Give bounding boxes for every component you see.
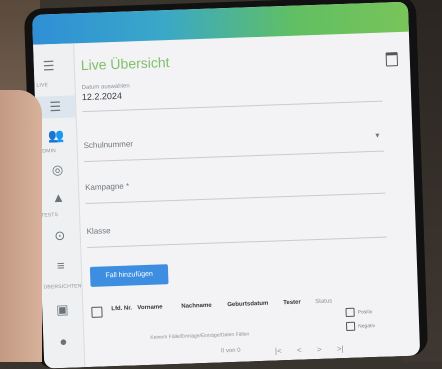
empty-table-message: Keine/n Fälle/Einträge/Einträge/Daten Fä… (150, 331, 250, 341)
schulnummer-select[interactable]: Schulnummer ▾ (83, 130, 385, 163)
column-header-tester[interactable]: Tester (283, 300, 301, 307)
check-circle-icon[interactable]: ⊙ (40, 227, 81, 244)
klasse-field[interactable]: Klasse (86, 216, 388, 249)
location-pin-icon[interactable]: ● (43, 333, 83, 349)
legend-negativ: Negativ (358, 323, 376, 330)
main-content: ☰ Live Übersicht Datum auswählen 12.2.20… (43, 32, 420, 367)
add-case-button[interactable]: Fall hinzufügen (89, 264, 169, 287)
column-header-nachname[interactable]: Nachname (181, 303, 212, 310)
column-header-vorname[interactable]: Vorname (137, 304, 162, 311)
cases-table: Lfd. Nr. Vorname Nachname Geburtsdatum T… (89, 283, 420, 364)
column-header-geburtsdatum[interactable]: Geburtsdatum (227, 301, 268, 308)
previous-page-icon[interactable]: < (297, 346, 302, 355)
first-page-icon[interactable]: |< (275, 346, 282, 355)
schulnummer-placeholder: Schulnummer (83, 139, 134, 151)
legend-positiv: Positiv (357, 309, 373, 316)
calendar-picker-icon[interactable] (385, 52, 399, 67)
klasse-placeholder: Klasse (86, 226, 111, 237)
hand-thumb (0, 90, 42, 362)
kampagne-placeholder: Kampagne * (84, 181, 130, 193)
next-page-icon[interactable]: > (317, 345, 322, 354)
chevron-down-icon: ▾ (375, 130, 380, 140)
column-header-status[interactable]: Status (315, 299, 332, 306)
last-page-icon[interactable]: >| (337, 344, 344, 353)
menu-icon[interactable]: ☰ (43, 58, 55, 74)
phone-frame: LIVE ☰ 👥 ADMIN ◎ ▲ TESTS ⊙ ≡ ÜBERSICHTEN… (23, 0, 429, 369)
sliders-icon[interactable]: ≡ (41, 257, 81, 273)
column-header-lfd-nr[interactable]: Lfd. Nr. (111, 305, 132, 312)
sidebar-section-live: LIVE (36, 82, 49, 89)
users-icon[interactable]: 👥 (36, 127, 77, 144)
select-all-checkbox[interactable] (91, 306, 103, 318)
graduation-cap-icon[interactable]: ▲ (38, 189, 78, 205)
globe-icon[interactable]: ◎ (37, 161, 78, 178)
calendar-icon[interactable]: ▣ (42, 301, 83, 318)
app-screen: LIVE ☰ 👥 ADMIN ◎ ▲ TESTS ⊙ ≡ ÜBERSICHTEN… (32, 1, 421, 369)
sidebar-section-overview: ÜBERSICHTEN (43, 283, 82, 291)
negativ-checkbox[interactable] (345, 321, 356, 332)
pagination-status: 0 von 0 (220, 347, 241, 355)
page-title: Live Übersicht (80, 54, 170, 74)
positiv-checkbox[interactable] (345, 307, 355, 318)
kampagne-field[interactable]: Kampagne * (84, 172, 386, 205)
sidebar-section-tests: TESTS (40, 212, 59, 219)
date-field[interactable]: Datum auswählen 12.2.2024 (81, 74, 383, 113)
